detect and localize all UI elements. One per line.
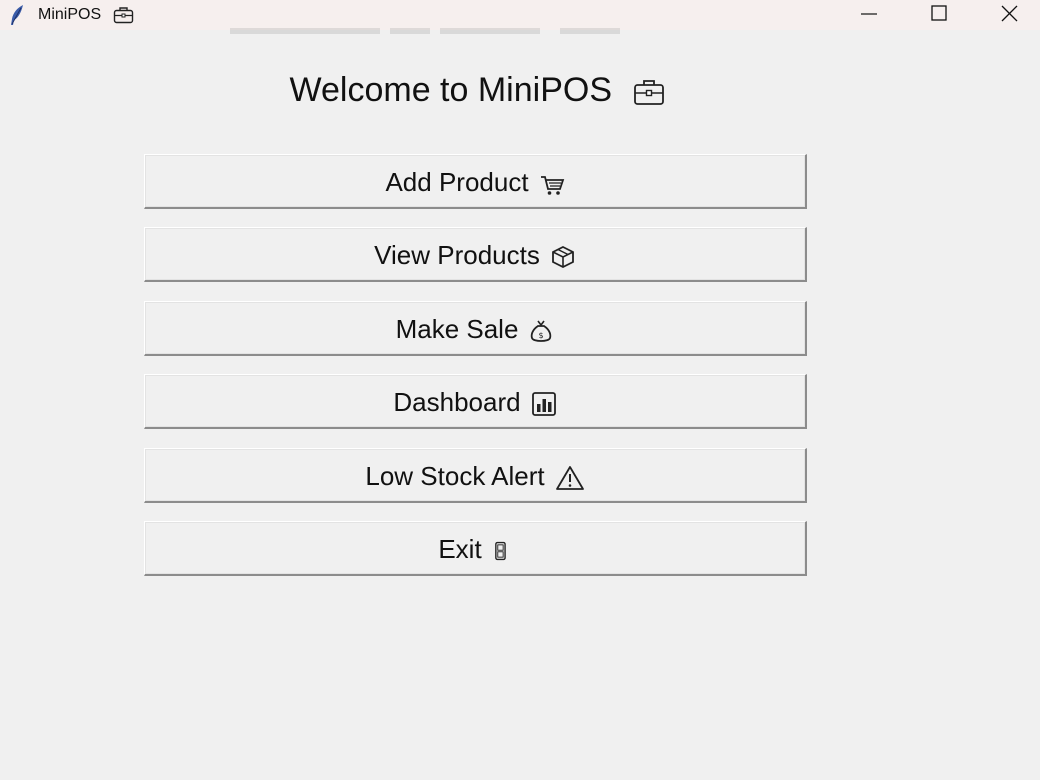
briefcase-icon	[634, 80, 665, 105]
low-stock-alert-button[interactable]: Low Stock Alert	[144, 448, 807, 503]
maximize-icon	[931, 5, 947, 21]
door-icon	[494, 541, 506, 561]
make-sale-button[interactable]: Make Sale $	[144, 301, 807, 356]
page-title: Welcome to MiniPOS	[0, 70, 955, 110]
make-sale-label: Make Sale	[395, 313, 519, 344]
shopping-cart-icon	[540, 176, 564, 195]
warning-icon	[555, 466, 584, 490]
clipped-text-remnant	[230, 28, 620, 34]
dashboard-button[interactable]: Dashboard	[144, 374, 807, 429]
exit-button[interactable]: Exit	[144, 521, 807, 576]
view-products-button[interactable]: View Products	[144, 227, 807, 282]
briefcase-icon	[113, 7, 134, 24]
close-button[interactable]	[974, 0, 1040, 30]
maximize-button[interactable]	[904, 0, 974, 30]
close-icon	[1001, 5, 1018, 22]
minimize-button[interactable]	[834, 0, 904, 30]
feather-icon	[11, 5, 23, 25]
exit-label: Exit	[438, 533, 482, 564]
svg-text:$: $	[539, 331, 544, 340]
dashboard-label: Dashboard	[393, 386, 521, 417]
money-bag-icon: $	[531, 320, 552, 342]
package-box-icon	[551, 245, 574, 269]
bar-chart-icon	[531, 392, 556, 416]
add-product-button[interactable]: Add Product	[144, 154, 807, 209]
view-products-label: View Products	[374, 239, 540, 270]
low-stock-alert-label: Low Stock Alert	[365, 460, 545, 491]
page-title-text: Welcome to MiniPOS	[289, 71, 612, 109]
window-title: MiniPOS	[38, 6, 102, 23]
scrolled-content-edge	[0, 28, 1040, 40]
minimize-icon	[861, 13, 877, 15]
add-product-label: Add Product	[385, 166, 529, 197]
